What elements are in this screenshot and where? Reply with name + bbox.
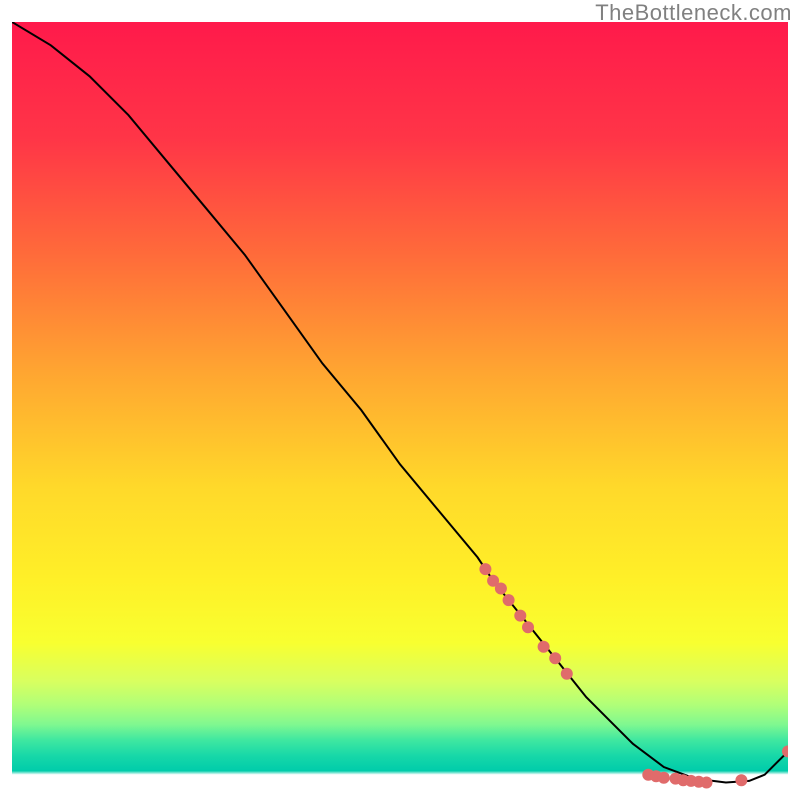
sample-point xyxy=(549,652,561,664)
sample-point xyxy=(561,668,573,680)
sample-point xyxy=(514,610,526,622)
bottleneck-chart xyxy=(12,22,788,798)
sample-point xyxy=(503,594,515,606)
sample-point xyxy=(538,641,550,653)
sample-point xyxy=(495,583,507,595)
gradient-background xyxy=(12,22,788,798)
chart-canvas xyxy=(12,22,788,798)
sample-point xyxy=(701,777,713,789)
sample-point xyxy=(479,563,491,575)
sample-point xyxy=(522,621,534,633)
sample-point xyxy=(735,774,747,786)
sample-point xyxy=(658,772,670,784)
